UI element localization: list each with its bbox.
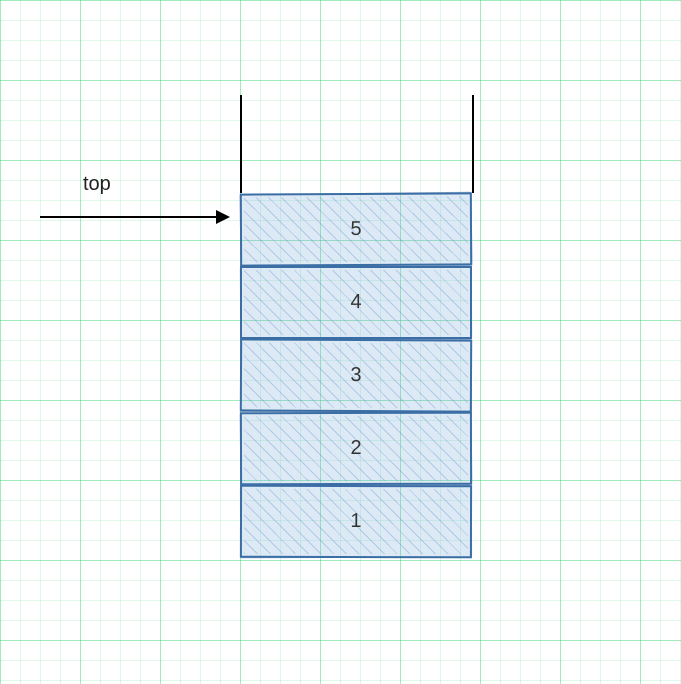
stack-item-value: 1 bbox=[350, 510, 361, 533]
stack-item-value: 5 bbox=[350, 218, 361, 241]
stack-item: 4 bbox=[240, 266, 472, 339]
stack-item: 5 bbox=[240, 192, 472, 266]
arrow-head-icon bbox=[216, 210, 230, 224]
diagram-canvas: top 5 4 3 2 1 bbox=[0, 0, 681, 684]
stack-item: 3 bbox=[240, 338, 472, 412]
stack-item: 2 bbox=[240, 412, 472, 486]
stack-item-value: 3 bbox=[350, 364, 361, 387]
top-pointer-label: top bbox=[83, 173, 111, 196]
arrow-line bbox=[40, 216, 218, 218]
stack-item: 1 bbox=[240, 485, 472, 559]
stack-wall-left bbox=[240, 95, 242, 193]
stack-wall-right bbox=[472, 95, 474, 193]
stack-item-value: 2 bbox=[350, 437, 361, 460]
stack-item-value: 4 bbox=[350, 291, 361, 314]
